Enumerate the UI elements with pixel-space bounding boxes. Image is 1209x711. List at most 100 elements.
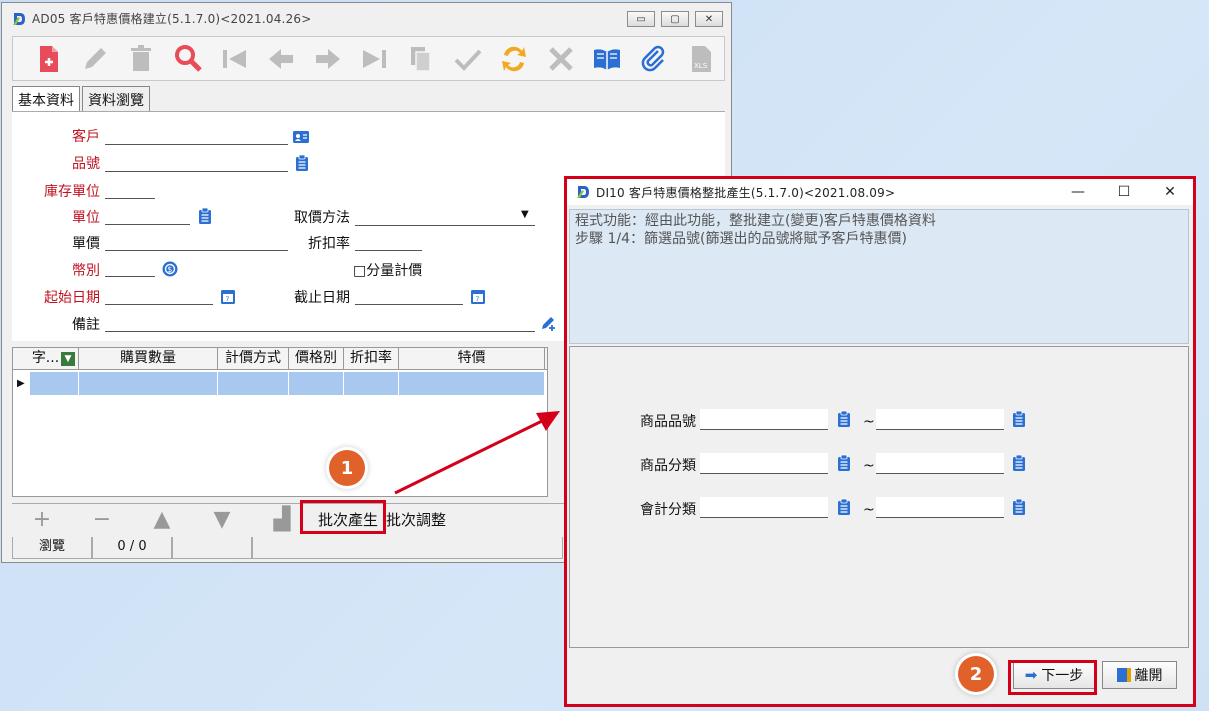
first-record-icon[interactable] <box>211 39 258 79</box>
range-separator: ~ <box>863 502 875 518</box>
grid-col-discount[interactable]: 折扣率 <box>344 348 399 370</box>
attachment-icon[interactable] <box>631 39 678 79</box>
dialog-titlebar[interactable]: DI10 客戶特惠價格整批產生(5.1.7.0)<2021.08.09> — ☐… <box>567 179 1193 205</box>
category-from-clipboard-icon[interactable] <box>835 454 853 472</box>
category-to-clipboard-icon[interactable] <box>1010 454 1028 472</box>
table-cell[interactable] <box>218 372 289 395</box>
currency-lookup-icon[interactable]: $ <box>161 260 179 278</box>
dialog-close-button[interactable]: ✕ <box>1147 179 1193 205</box>
row-pointer-icon: ▶ <box>17 378 25 389</box>
svg-text:7: 7 <box>476 296 480 303</box>
dialog-minimize-button[interactable]: — <box>1055 179 1101 205</box>
grid-col-seq[interactable]: 字... ▼ <box>13 348 79 370</box>
item-no-label: 品號 <box>72 156 100 172</box>
edit-pencil-icon[interactable] <box>72 39 119 79</box>
highlight-next-button <box>1008 660 1097 695</box>
delete-trash-icon[interactable] <box>118 39 165 79</box>
new-doc-icon[interactable] <box>25 39 72 79</box>
next-record-icon[interactable] <box>305 39 352 79</box>
copy-icon[interactable] <box>398 39 445 79</box>
dialog-maximize-button[interactable]: ☐ <box>1101 179 1147 205</box>
table-row[interactable]: ▶ <box>13 372 547 395</box>
callout-step-2: 2 <box>958 656 994 692</box>
move-up-icon[interactable]: ▲ <box>132 507 192 532</box>
discount-rate-field[interactable] <box>355 250 422 251</box>
unit-price-label: 單價 <box>72 236 100 252</box>
chevron-down-icon[interactable]: ▼ <box>521 209 529 220</box>
range-separator: ~ <box>863 414 875 430</box>
maximize-button[interactable]: ▢ <box>661 11 689 27</box>
remark-field[interactable] <box>105 331 535 332</box>
customer-lookup-icon[interactable] <box>292 128 310 146</box>
app-logo-icon <box>575 184 591 200</box>
category-range-label: 商品分類 <box>640 458 696 474</box>
accounting-to-clipboard-icon[interactable] <box>1010 498 1028 516</box>
unit-clipboard-icon[interactable] <box>196 207 214 225</box>
grid-col-qty[interactable]: 購買數量 <box>79 348 218 370</box>
add-row-icon[interactable]: + <box>12 507 72 532</box>
item-no-to-clipboard-icon[interactable] <box>1010 410 1028 428</box>
item-no-to-field[interactable] <box>876 409 1004 430</box>
book-icon[interactable] <box>584 39 631 79</box>
table-cell[interactable] <box>344 372 399 395</box>
start-date-field[interactable] <box>105 304 213 305</box>
accounting-range-label: 會計分類 <box>640 502 696 518</box>
batch-adjust-button[interactable]: 批次調整 <box>382 509 450 530</box>
xls-export-icon[interactable]: XLS <box>677 39 724 79</box>
accounting-from-field[interactable] <box>700 497 828 518</box>
grid-col-special-price[interactable]: 特價 <box>399 348 545 370</box>
sort-down-icon[interactable]: ▼ <box>61 352 75 366</box>
item-no-from-clipboard-icon[interactable] <box>835 410 853 428</box>
remark-edit-icon[interactable] <box>540 314 558 332</box>
stock-unit-field[interactable] <box>105 198 155 199</box>
currency-field[interactable] <box>105 276 155 277</box>
close-button[interactable]: ✕ <box>695 11 723 27</box>
last-record-icon[interactable] <box>351 39 398 79</box>
previous-record-icon[interactable] <box>258 39 305 79</box>
pricing-method-select[interactable] <box>355 225 535 226</box>
accounting-to-field[interactable] <box>876 497 1004 518</box>
description-line-function: 程式功能：經由此功能，整批建立(變更)客戶特惠價格資料 <box>575 213 936 229</box>
table-cell[interactable] <box>289 372 344 395</box>
table-cell[interactable] <box>30 372 79 395</box>
pricing-method-label: 取價方法 <box>294 210 350 226</box>
tab-data-browse[interactable]: 資料瀏覽 <box>82 86 150 112</box>
start-date-calendar-icon[interactable]: 7 <box>219 287 237 305</box>
unit-label: 單位 <box>72 210 100 226</box>
search-magnifier-icon[interactable] <box>165 39 212 79</box>
remove-row-icon[interactable]: − <box>72 507 132 532</box>
refresh-icon[interactable] <box>491 39 538 79</box>
accounting-from-clipboard-icon[interactable] <box>835 498 853 516</box>
cancel-x-icon[interactable] <box>538 39 585 79</box>
table-cell[interactable] <box>79 372 218 395</box>
item-no-field[interactable] <box>105 171 288 172</box>
category-to-field[interactable] <box>876 453 1004 474</box>
qty-pricing-checkbox[interactable]: □分量計價 <box>353 260 433 280</box>
unit-field[interactable] <box>105 224 190 225</box>
grid-header: 字... ▼ 購買數量 計價方式 價格別 折扣率 特價 <box>13 348 547 370</box>
status-panel <box>172 537 252 559</box>
customer-field[interactable] <box>105 144 288 145</box>
range-separator: ~ <box>863 458 875 474</box>
leave-button-label: 離開 <box>1134 668 1163 684</box>
table-cell[interactable] <box>399 372 545 395</box>
grid-col-calc-method[interactable]: 計價方式 <box>218 348 289 370</box>
currency-label: 幣別 <box>72 263 100 279</box>
svg-text:XLS: XLS <box>694 62 708 70</box>
end-date-calendar-icon[interactable]: 7 <box>469 287 487 305</box>
end-date-field[interactable] <box>355 304 463 305</box>
dialog-title: DI10 客戶特惠價格整批產生(5.1.7.0)<2021.08.09> <box>596 185 896 200</box>
tab-basic-info[interactable]: 基本資料 <box>12 86 80 112</box>
unit-price-field[interactable] <box>105 250 288 251</box>
leave-button[interactable]: 離開 <box>1102 661 1177 689</box>
confirm-check-icon[interactable] <box>444 39 491 79</box>
category-from-field[interactable] <box>700 453 828 474</box>
main-titlebar[interactable]: AD05 客戶特惠價格建立(5.1.7.0)<2021.04.26> ▭ ▢ ✕ <box>2 3 731 34</box>
item-no-from-field[interactable] <box>700 409 828 430</box>
remark-label: 備註 <box>72 317 100 333</box>
move-down-icon[interactable]: ▼ <box>192 507 252 532</box>
svg-text:7: 7 <box>226 296 230 303</box>
minimize-button[interactable]: ▭ <box>627 11 655 27</box>
grid-col-price-type[interactable]: 價格別 <box>289 348 344 370</box>
item-no-clipboard-icon[interactable] <box>293 154 311 172</box>
